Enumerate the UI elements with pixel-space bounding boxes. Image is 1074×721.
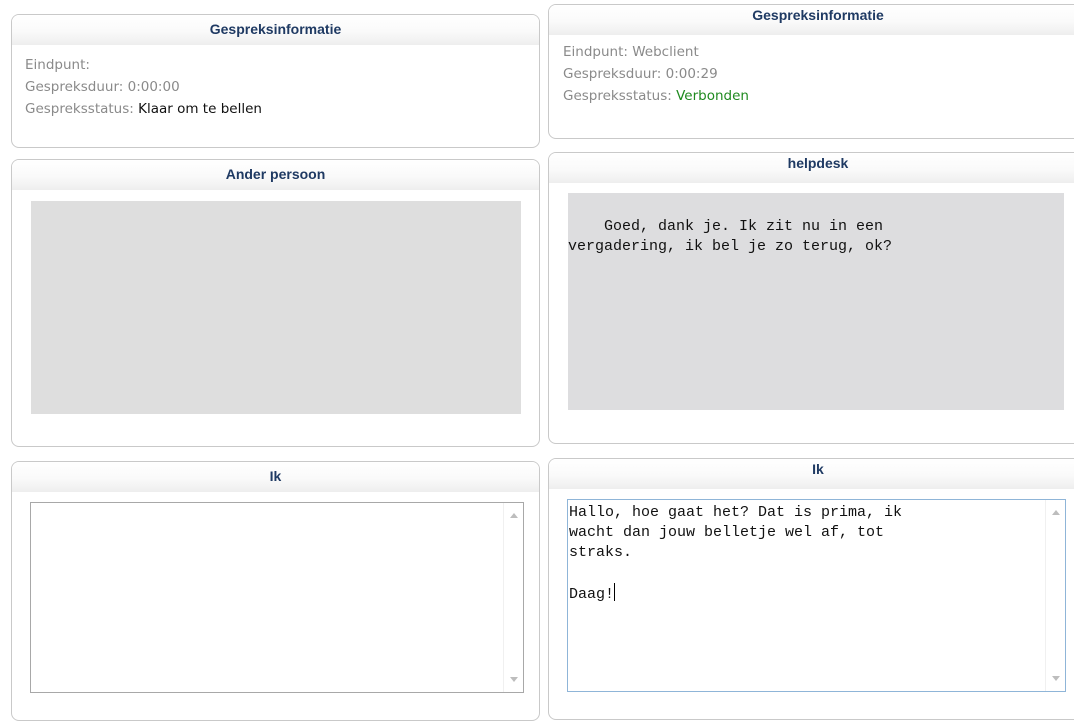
right-call-info-panel: Gespreksinformatie Eindpunt: Webclient G… — [548, 4, 1074, 139]
left-remote-video-area — [31, 201, 521, 414]
right-remote-message-area: Goed, dank je. Ik zit nu in een vergader… — [568, 193, 1064, 410]
left-endpoint-line: Eindpunt: — [25, 54, 539, 76]
right-me-panel: Ik Hallo, hoe gaat het? Dat is prima, ik… — [548, 458, 1074, 720]
left-remote-panel: Ander persoon — [11, 159, 540, 447]
right-status-label: Gespreksstatus: — [563, 88, 672, 104]
left-duration-line: Gespreksduur: 0:00:00 — [25, 76, 539, 98]
text-cursor — [614, 583, 616, 601]
right-message-input[interactable]: Hallo, hoe gaat het? Dat is prima, ik wa… — [567, 499, 1066, 692]
left-me-panel: Ik — [11, 461, 540, 721]
right-endpoint-line: Eindpunt: Webclient — [563, 41, 1074, 63]
right-remote-title: helpdesk — [549, 153, 1074, 183]
right-call-info-title: Gespreksinformatie — [549, 5, 1074, 35]
left-endpoint-label: Eindpunt: — [25, 57, 90, 73]
right-status-line: Gespreksstatus: Verbonden — [563, 85, 1074, 107]
right-message-text: Hallo, hoe gaat het? Dat is prima, ik wa… — [569, 504, 903, 603]
left-remote-title: Ander persoon — [12, 160, 539, 190]
scroll-up-arrow-icon[interactable] — [510, 513, 518, 518]
scroll-down-arrow-icon[interactable] — [1052, 676, 1060, 681]
right-me-title: Ik — [549, 459, 1074, 489]
left-duration-label: Gespreksduur: 0:00:00 — [25, 79, 180, 95]
scroll-down-arrow-icon[interactable] — [510, 677, 518, 682]
right-remote-message-text: Goed, dank je. Ik zit nu in een vergader… — [568, 218, 893, 255]
left-status-value: Klaar om te bellen — [138, 101, 262, 117]
right-duration-line: Gespreksduur: 0:00:29 — [563, 63, 1074, 85]
left-status-line: Gespreksstatus: Klaar om te bellen — [25, 98, 539, 120]
left-call-info-panel: Gespreksinformatie Eindpunt: Gespreksduu… — [11, 14, 540, 148]
scroll-up-arrow-icon[interactable] — [1052, 510, 1060, 515]
left-message-input[interactable] — [30, 502, 524, 693]
left-status-label: Gespreksstatus: — [25, 101, 134, 117]
right-message-scrollbar[interactable] — [1045, 500, 1065, 691]
left-call-info-title: Gespreksinformatie — [12, 15, 539, 45]
right-remote-panel: helpdesk Goed, dank je. Ik zit nu in een… — [548, 152, 1074, 444]
left-me-title: Ik — [12, 462, 539, 492]
right-message-text-wrap: Hallo, hoe gaat het? Dat is prima, ik wa… — [569, 503, 1043, 605]
left-message-scrollbar[interactable] — [503, 503, 523, 692]
right-duration-label: Gespreksduur: 0:00:29 — [563, 66, 718, 82]
right-endpoint-label: Eindpunt: Webclient — [563, 44, 699, 60]
right-status-value: Verbonden — [676, 88, 749, 104]
